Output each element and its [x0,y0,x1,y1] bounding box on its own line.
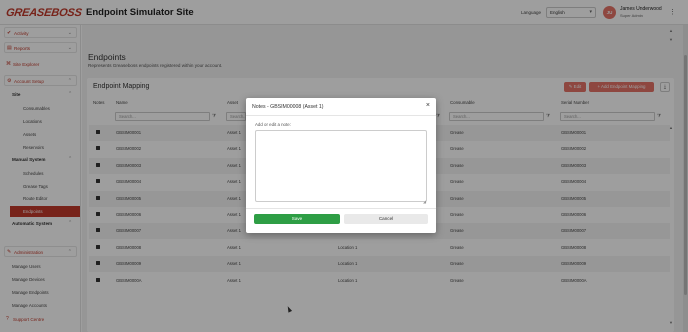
note-textarea[interactable] [255,130,427,202]
modal-backdrop-top [0,0,688,25]
divider [246,208,436,209]
divider [246,115,436,116]
save-button[interactable]: Save [254,214,340,224]
modal-backdrop-sidebar [0,25,82,332]
modal-title: Notes - GBSIM00008 (Asset 1) [252,104,324,110]
cancel-button[interactable]: Cancel [344,214,428,224]
close-icon[interactable]: × [426,102,430,109]
notes-modal: Notes - GBSIM00008 (Asset 1) × Add or ed… [246,98,436,233]
note-label: Add or edit a note: [255,122,291,127]
